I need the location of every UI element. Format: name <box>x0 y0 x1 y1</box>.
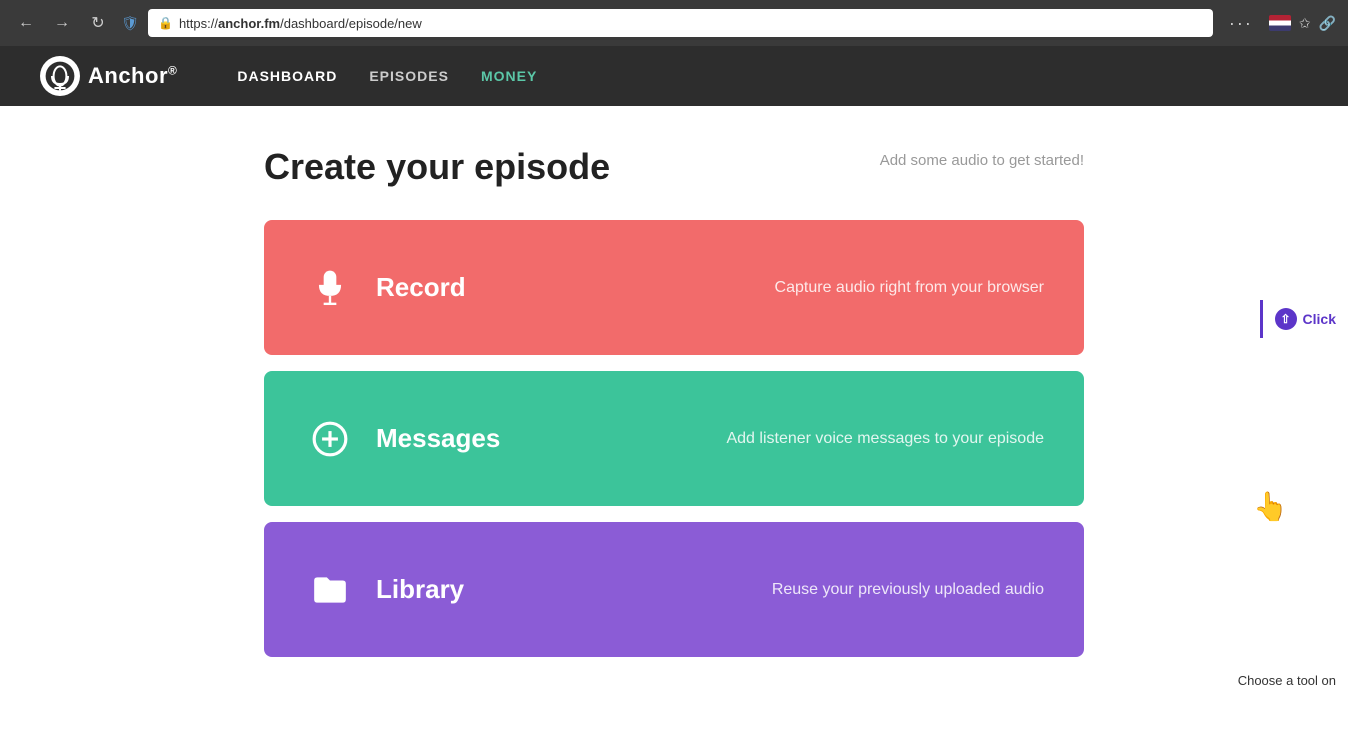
messages-icon <box>304 413 356 465</box>
browser-chrome: ← → ↻ 🛡 🔒 https://anchor.fm/dashboard/ep… <box>0 0 1348 46</box>
page-subtitle: Add some audio to get started! <box>880 152 1084 169</box>
library-label: Library <box>376 574 536 605</box>
logo[interactable]: Anchor® <box>40 56 177 96</box>
logo-text: Anchor® <box>88 63 177 89</box>
side-annotation-bottom: Choose a tool on <box>1226 665 1348 696</box>
back-button[interactable]: ← <box>12 9 40 37</box>
reload-button[interactable]: ↻ <box>84 9 112 37</box>
page-title: Create your episode <box>264 146 610 188</box>
bookmark-icon[interactable]: ✩ <box>1299 15 1311 32</box>
share-icon[interactable]: 🔗 <box>1319 15 1336 32</box>
logo-icon <box>40 56 80 96</box>
cursor-overlay: 👆 <box>1253 490 1288 523</box>
messages-label: Messages <box>376 423 536 454</box>
address-bar[interactable]: 🔒 https://anchor.fm/dashboard/episode/ne… <box>148 9 1213 37</box>
record-card[interactable]: Record Capture audio right from your bro… <box>264 220 1084 355</box>
record-description: Capture audio right from your browser <box>775 279 1044 297</box>
nav-money[interactable]: MONEY <box>481 68 537 84</box>
main-content: Create your episode Add some audio to ge… <box>224 106 1124 657</box>
nav-bar: Anchor® DASHBOARD EPISODES MONEY <box>0 46 1348 106</box>
record-label: Record <box>376 272 536 303</box>
library-card[interactable]: Library Reuse your previously uploaded a… <box>264 522 1084 657</box>
click-label: Click <box>1303 311 1336 327</box>
flag-icon <box>1269 15 1291 31</box>
nav-episodes[interactable]: EPISODES <box>369 68 449 84</box>
cursor-hand-icon: 👆 <box>1253 491 1288 522</box>
folder-icon <box>304 564 356 616</box>
library-description: Reuse your previously uploaded audio <box>772 581 1044 599</box>
shield-icon: 🛡 <box>120 13 140 33</box>
forward-button[interactable]: → <box>48 9 76 37</box>
upload-icon: ⇧ <box>1275 308 1297 330</box>
messages-card[interactable]: Messages Add listener voice messages to … <box>264 371 1084 506</box>
browser-menu-button[interactable]: ··· <box>1221 9 1261 38</box>
page-header: Create your episode Add some audio to ge… <box>264 146 1084 188</box>
lock-icon: 🔒 <box>158 16 173 30</box>
microphone-icon <box>304 262 356 314</box>
bottom-label: Choose a tool on <box>1238 673 1336 688</box>
side-annotation-click: ⇧ Click <box>1260 300 1348 338</box>
nav-links: DASHBOARD EPISODES MONEY <box>237 68 537 84</box>
nav-dashboard[interactable]: DASHBOARD <box>237 68 337 84</box>
messages-description: Add listener voice messages to your epis… <box>726 430 1044 448</box>
cards-container: Record Capture audio right from your bro… <box>264 220 1084 657</box>
url-text: https://anchor.fm/dashboard/episode/new <box>179 16 422 31</box>
